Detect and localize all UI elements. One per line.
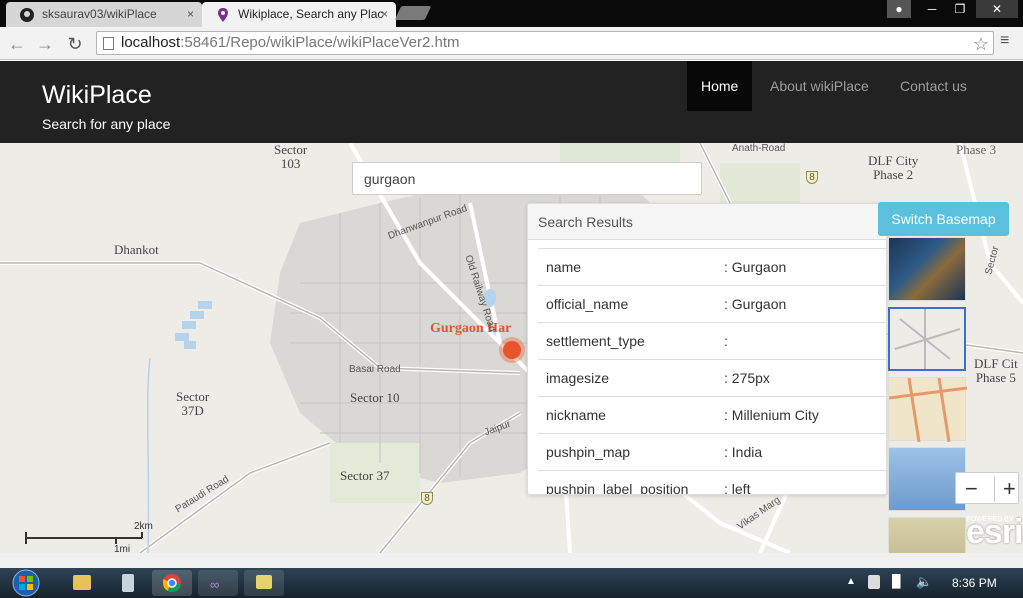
page-icon	[103, 37, 114, 50]
basemap-imagery-thumbnail[interactable]	[888, 237, 966, 301]
table-row: name : Gurgaon	[538, 248, 886, 285]
nav-home[interactable]: Home	[687, 61, 753, 111]
street-thumb-icon	[894, 309, 961, 369]
row-value: : India	[724, 444, 763, 460]
browser-tab-strip: sksaurav03/wikiPlace × Wikiplace, Search…	[0, 0, 1023, 27]
row-key: imagesize	[546, 370, 610, 386]
profile-icon[interactable]: ●	[887, 0, 911, 18]
map-label-dlf-phase-5: DLF Cit Phase 5	[974, 356, 1018, 385]
esri-logo: esri	[966, 513, 1023, 551]
map-label-dhankot: Dhankot	[114, 242, 159, 257]
road-label-anath: Anath-Road	[732, 143, 786, 154]
zoom-in-button[interactable]: +	[994, 476, 1016, 502]
row-key: nickname	[546, 407, 606, 423]
visual-studio-icon[interactable]: ∞	[198, 570, 238, 596]
basemap-topo-thumbnail[interactable]	[888, 517, 966, 553]
map-label-sector-37d: Sector 37D	[176, 389, 210, 418]
tray-expand-icon[interactable]: ▲	[846, 576, 856, 587]
search-results-panel: Search Results name : Gurgaon official_na…	[527, 203, 887, 495]
switch-basemap-button[interactable]: Switch Basemap	[878, 202, 1009, 236]
row-value: : 275px	[724, 370, 770, 386]
basemap-streets-thumbnail[interactable]	[888, 377, 967, 442]
row-value: : Millenium City	[724, 407, 819, 423]
row-value: : left	[724, 481, 751, 495]
results-title: Search Results	[528, 204, 886, 240]
nav-about[interactable]: About wikiPlace	[756, 61, 883, 111]
table-row: official_name : Gurgaon	[538, 285, 886, 322]
tab-label: sksaurav03/wikiPlace	[42, 7, 157, 21]
browser-menu-icon[interactable]: ≡	[1000, 32, 1009, 50]
map-label-sector-103: Sector 103	[274, 143, 308, 171]
highway-shield: 8	[421, 492, 433, 505]
row-key: pushpin_map	[546, 444, 631, 460]
table-row: imagesize : 275px	[538, 359, 886, 396]
row-key: official_name	[546, 296, 629, 312]
table-row: settlement_type:	[538, 322, 886, 359]
site-tagline: Search for any place	[42, 116, 171, 132]
zoom-out-button[interactable]: −	[965, 476, 978, 502]
map-label-sector-37: Sector 37	[340, 468, 390, 483]
site-header: WikiPlace Search for any place Home Abou…	[0, 61, 1023, 143]
chrome-icon[interactable]	[152, 570, 192, 596]
map-label-gurgaon: Gurgaon Har	[430, 321, 512, 336]
close-window-icon[interactable]: ✕	[976, 0, 1018, 18]
nav-contact[interactable]: Contact us	[886, 61, 981, 111]
highway-shield: 8	[806, 171, 818, 184]
app-icon[interactable]	[244, 570, 284, 596]
address-bar[interactable]: localhost:58461/Repo/wikiPlace/wikiPlace…	[96, 31, 994, 55]
streets-thumb-icon	[889, 378, 967, 442]
tab-github[interactable]: sksaurav03/wikiPlace ×	[6, 2, 202, 27]
github-icon	[20, 8, 34, 22]
page-bottom-strip	[0, 553, 1023, 568]
reload-button[interactable]: ↻	[64, 33, 86, 55]
close-tab-icon[interactable]: ×	[381, 7, 388, 21]
tab-wikiplace[interactable]: Wikiplace, Search any Plac ×	[202, 2, 396, 27]
row-key: name	[546, 259, 582, 275]
network-icon[interactable]: █	[892, 574, 901, 588]
map-label-dlf-phase-2: DLF City Phase 2	[868, 153, 919, 182]
row-value: : Gurgaon	[724, 259, 787, 275]
back-button[interactable]: ←	[6, 33, 28, 55]
zoom-control: − +	[955, 472, 1019, 504]
table-row: pushpin_label_position : left	[538, 470, 886, 495]
map-view[interactable]: Sector 103 Dhankot Sector 37D Sector 10 …	[0, 143, 1023, 553]
row-key: settlement_type	[546, 333, 645, 349]
explorer-icon[interactable]	[62, 570, 102, 596]
windows-taskbar: ∞ ▲ █ 🔈 8:36 PM	[0, 568, 1023, 598]
map-pin-icon	[218, 8, 228, 22]
place-search-input[interactable]	[352, 162, 702, 195]
url-path: :58461/Repo/wikiPlace/wikiPlaceVer2.htm	[180, 34, 460, 51]
browser-toolbar: ← → ↻ localhost:58461/Repo/wikiPlace/wik…	[0, 27, 1023, 60]
table-row: nickname : Millenium City	[538, 396, 886, 433]
bookmark-star-icon[interactable]: ☆	[973, 33, 989, 55]
chrome-logo	[163, 574, 181, 592]
map-label-phase-3: Phase 3	[956, 143, 997, 157]
taskbar-clock[interactable]: 8:36 PM	[952, 576, 997, 590]
forward-button[interactable]: →	[34, 33, 56, 55]
row-key: pushpin_label_position	[546, 481, 689, 495]
calculator-icon[interactable]	[108, 570, 148, 596]
map-label-sector-10: Sector 10	[350, 390, 400, 405]
new-tab-button[interactable]	[394, 6, 432, 20]
basemap-gray-thumbnail[interactable]	[888, 307, 966, 371]
scale-km-label: 2km	[134, 521, 153, 532]
close-tab-icon[interactable]: ×	[187, 7, 194, 21]
minimize-icon[interactable]: ─	[918, 0, 946, 18]
windows-start-icon[interactable]	[8, 568, 44, 598]
url-host: localhost	[121, 34, 181, 51]
row-value: : Gurgaon	[724, 296, 787, 312]
tray-app-icon[interactable]	[868, 575, 880, 589]
road-label-basai: Basai Road	[349, 364, 401, 375]
volume-icon[interactable]: 🔈	[916, 574, 932, 590]
table-row: pushpin_map : India	[538, 433, 886, 470]
restore-icon[interactable]: ❐	[946, 0, 974, 18]
row-value: :	[724, 333, 728, 349]
tab-label: Wikiplace, Search any Plac	[238, 7, 384, 21]
scale-mi-label: 1mi	[114, 544, 131, 553]
site-brand[interactable]: WikiPlace	[42, 81, 152, 110]
results-table: name : Gurgaon official_name : Gurgaon set…	[538, 248, 886, 495]
